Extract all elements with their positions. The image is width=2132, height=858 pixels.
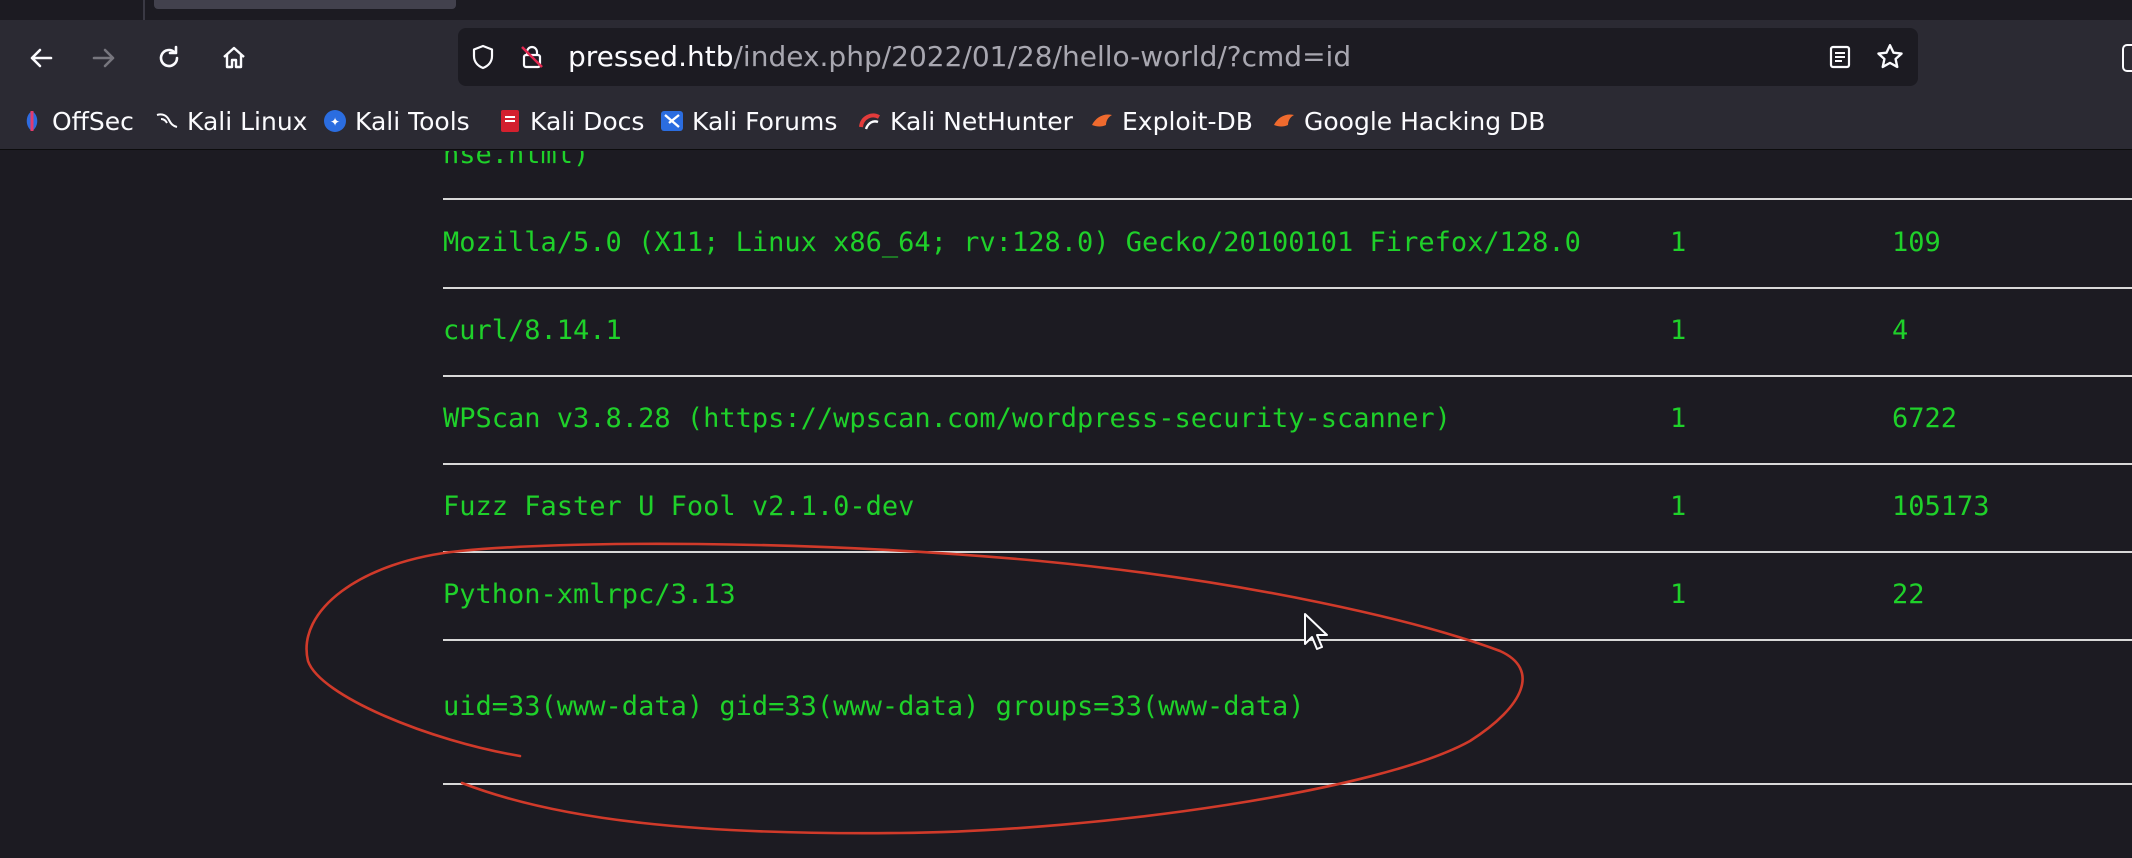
bookmark-kali-forums[interactable]: Kali Forums [660,104,837,138]
bookmark-label: Kali Linux [187,106,308,136]
svg-text:✦: ✦ [330,115,340,129]
insecure-lock-icon[interactable] [517,42,547,72]
bookmark-label: Kali Docs [530,106,645,136]
tab-separator [143,0,145,20]
reader-view-icon[interactable] [1825,42,1855,72]
arrow-right-icon [92,48,115,68]
tab-strip [0,0,2132,20]
bookmark-label: Kali Tools [355,106,470,136]
mouse-cursor-icon [1304,613,1328,650]
bookmarks-toolbar: OffSec Kali Linux ✦ Kali Tools Kali Docs… [0,100,2132,150]
navigation-toolbar: pressed.htb/index.php/2022/01/28/hello-w… [0,20,2132,112]
address-bar[interactable]: pressed.htb/index.php/2022/01/28/hello-w… [458,28,1918,86]
kali-forums-icon [660,109,684,133]
bookmark-kali-nethunter[interactable]: Kali NetHunter [858,104,1073,138]
bookmark-label: Google Hacking DB [1304,106,1546,136]
bookmark-exploit-db[interactable]: Exploit-DB [1090,104,1253,138]
kali-dragon-icon [155,109,179,133]
bookmark-label: Exploit-DB [1122,106,1253,136]
reload-button[interactable] [147,36,191,80]
bookmark-label: Kali NetHunter [890,106,1073,136]
kali-nethunter-icon [858,109,882,133]
forward-button[interactable] [82,36,126,80]
bookmark-label: OffSec [52,106,134,136]
back-button[interactable] [19,36,63,80]
annotation-ellipse [305,542,1524,835]
bookmark-offsec[interactable]: OffSec [20,104,134,138]
bookmark-star-icon[interactable] [1875,42,1905,72]
bookmark-kali-linux[interactable]: Kali Linux [155,104,307,138]
ghdb-icon [1272,109,1296,133]
url-host: pressed.htb [568,40,734,73]
bookmark-kali-tools[interactable]: ✦ Kali Tools [323,104,470,138]
bookmark-google-hacking-db[interactable]: Google Hacking DB [1272,104,1545,138]
bookmark-label: Kali Forums [692,106,838,136]
url-path: /index.php/2022/01/28/hello-world/?cmd=i… [733,40,1352,73]
arrow-left-icon [30,48,53,68]
kali-docs-icon [498,109,522,133]
active-tab[interactable] [154,0,456,9]
bookmark-kali-docs[interactable]: Kali Docs [498,104,644,138]
home-button[interactable] [212,36,256,80]
reload-icon [159,45,179,68]
home-icon [223,46,245,69]
offsec-icon [20,109,44,133]
url-text[interactable]: pressed.htb/index.php/2022/01/28/hello-w… [568,42,1351,72]
exploit-db-icon [1090,109,1114,133]
page-content: nse.html) Mozilla/5.0 (X11; Linux x86_64… [0,151,2132,858]
extension-icon[interactable] [2122,44,2132,72]
kali-tools-icon: ✦ [323,109,347,133]
shield-icon[interactable] [468,42,498,72]
